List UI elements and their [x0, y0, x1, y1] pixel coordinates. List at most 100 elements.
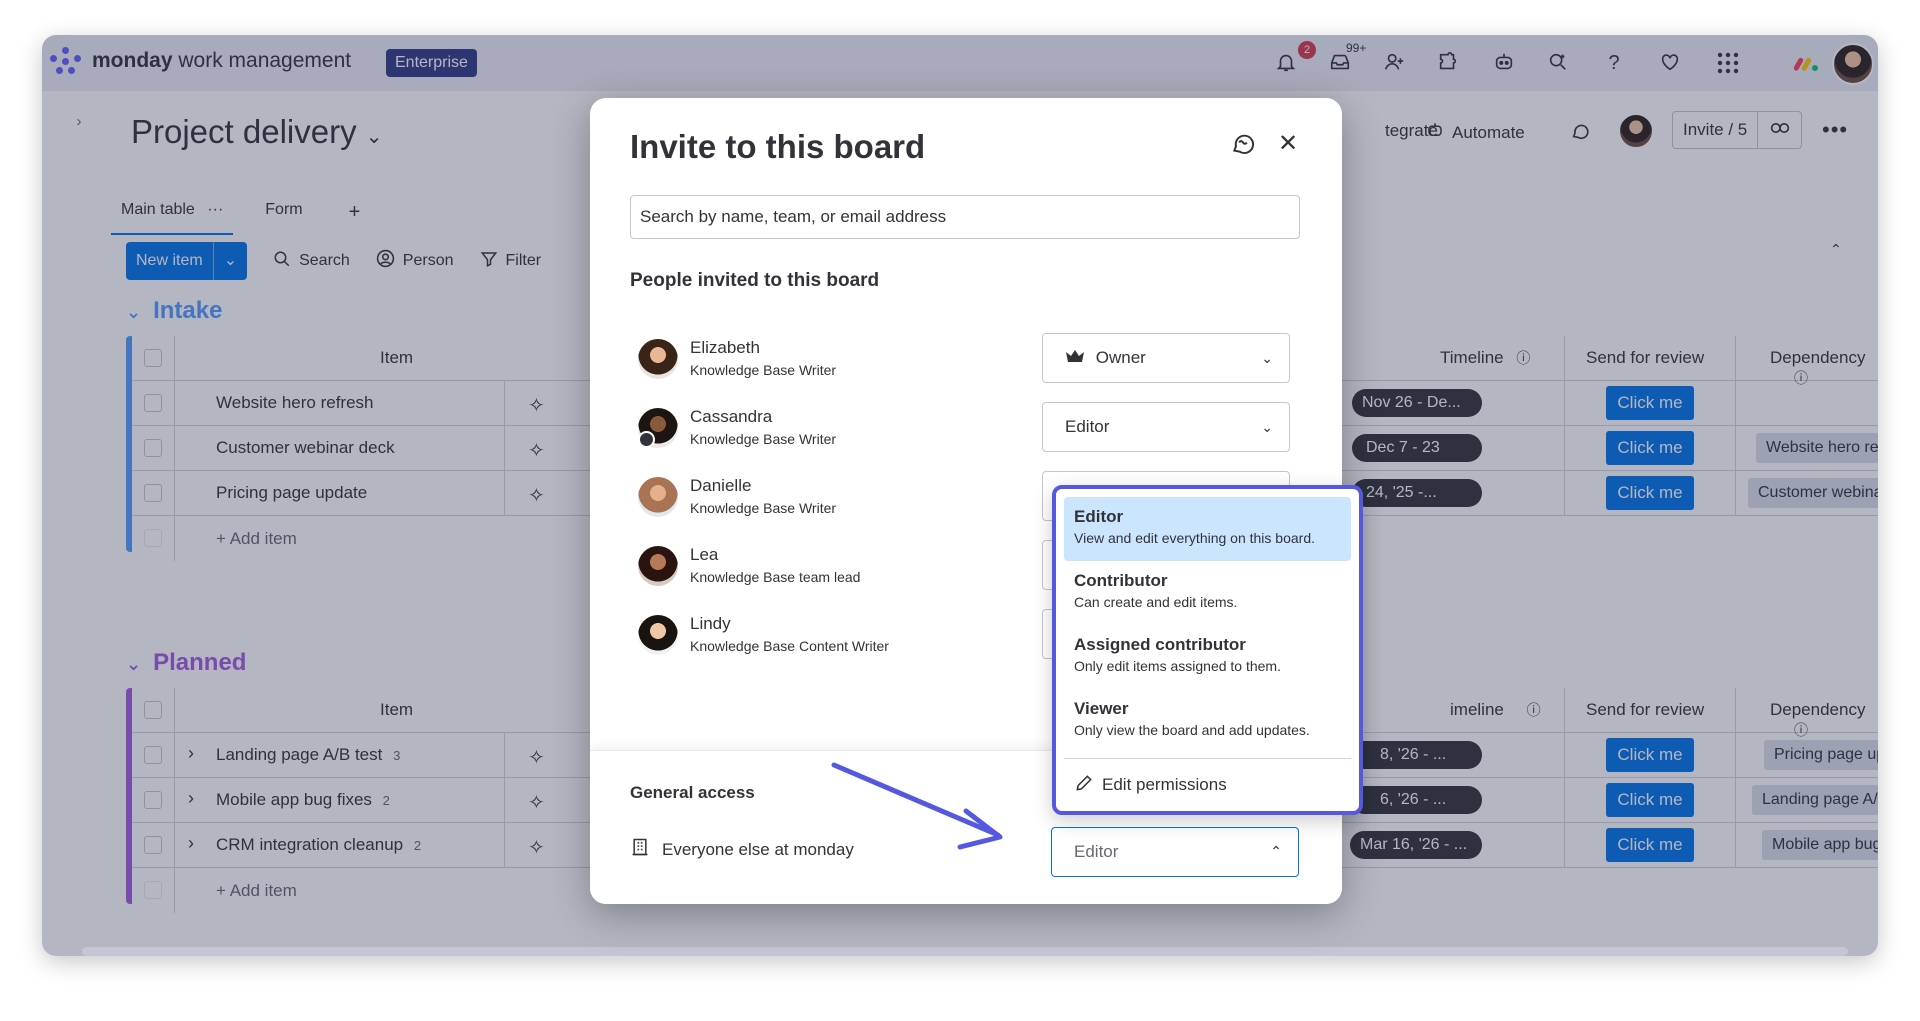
option-contributor[interactable]: Contributor Can create and edit items.	[1064, 561, 1351, 625]
monday-products-icon[interactable]	[1793, 51, 1818, 75]
tab-form[interactable]: Form	[255, 195, 312, 235]
row-checkbox[interactable]	[144, 746, 162, 764]
updates-chat-icon[interactable]	[1570, 120, 1592, 147]
edit-permissions-item[interactable]: Edit permissions	[1064, 764, 1351, 806]
timeline-pill[interactable]: 6, '26 - ...	[1350, 786, 1482, 814]
row-checkbox	[144, 529, 162, 547]
annotation-arrow-icon	[831, 762, 1003, 850]
tab-main-table[interactable]: Main table ···	[111, 195, 234, 235]
option-editor[interactable]: Editor View and edit everything on this …	[1064, 497, 1351, 561]
editor-role-select[interactable]: Editor ⌄	[1042, 402, 1290, 452]
filter-icon	[480, 250, 498, 273]
timeline-pill[interactable]: Nov 26 - De...	[1352, 389, 1482, 417]
top-bar: monday work management Enterprise 2 99+ …	[42, 35, 1878, 91]
filter-button[interactable]: Filter	[480, 250, 541, 273]
search-button[interactable]: Search	[273, 250, 350, 273]
timeline-pill[interactable]: Dec 7 - 23	[1352, 434, 1482, 462]
timeline-pill[interactable]: Mar 16, '26 - ...	[1350, 831, 1482, 859]
ai-sparkle-icon[interactable]: ✧	[528, 438, 545, 463]
item-name[interactable]: Landing page A/B test 3	[216, 745, 400, 765]
notifications-count-badge: 2	[1298, 41, 1316, 59]
select-all-checkbox[interactable]	[144, 701, 162, 719]
ai-sparkle-icon[interactable]: ✧	[528, 483, 545, 508]
row-checkbox[interactable]	[144, 394, 162, 412]
item-name[interactable]: CRM integration cleanup 2	[216, 835, 421, 855]
row-checkbox[interactable]	[144, 484, 162, 502]
favorites-heart-icon[interactable]	[1658, 51, 1682, 75]
inbox-count-badge: 99+	[1342, 39, 1371, 57]
general-access-row: Everyone else at monday	[630, 837, 854, 862]
new-item-button[interactable]: New item ⌄	[126, 242, 248, 280]
new-item-dropdown-icon[interactable]: ⌄	[212, 242, 247, 280]
timeline-pill[interactable]: 24, '25 -...	[1352, 479, 1482, 507]
timeline-pill[interactable]: 8, '26 - ...	[1350, 741, 1482, 769]
select-all-checkbox[interactable]	[144, 349, 162, 367]
apps-marketplace-icon[interactable]	[1436, 51, 1460, 75]
group-title-planned[interactable]: ⌄ Planned	[126, 649, 246, 677]
item-name[interactable]: Website hero refresh	[216, 393, 373, 413]
more-options-icon[interactable]: •••	[1822, 117, 1848, 143]
expand-sidebar-chevron-icon[interactable]: ›	[66, 109, 92, 135]
expand-subitems-chevron-icon[interactable]: ›	[188, 833, 194, 854]
send-for-review-button[interactable]: Click me	[1606, 828, 1694, 862]
ai-sparkle-icon[interactable]: ✧	[528, 835, 545, 860]
option-assigned-contributor[interactable]: Assigned contributor Only edit items ass…	[1064, 625, 1351, 689]
expand-subitems-chevron-icon[interactable]: ›	[188, 788, 194, 809]
notifications-bell-icon[interactable]	[1274, 51, 1298, 75]
invite-members-button[interactable]: Invite / 5	[1672, 111, 1802, 149]
copy-link-icon[interactable]	[1758, 112, 1801, 148]
send-for-review-button[interactable]: Click me	[1606, 738, 1694, 772]
send-for-review-button[interactable]: Click me	[1606, 476, 1694, 510]
person-role: Knowledge Base Writer	[690, 362, 837, 378]
close-icon[interactable]: ✕	[1274, 130, 1302, 158]
row-checkbox[interactable]	[144, 791, 162, 809]
invite-members-icon[interactable]	[1382, 51, 1406, 75]
modal-title: Invite to this board	[630, 128, 926, 165]
pencil-icon	[1074, 773, 1094, 798]
dependency-chip[interactable]: Customer webinar de...	[1748, 478, 1878, 508]
owner-role-select[interactable]: Owner ⌄	[1042, 333, 1290, 383]
general-access-select[interactable]: Editor ⌃	[1051, 827, 1299, 877]
row-checkbox[interactable]	[144, 836, 162, 854]
ai-sparkle-icon[interactable]: ✧	[528, 393, 545, 418]
monday-logo-icon[interactable]	[50, 47, 82, 77]
search-everything-icon[interactable]	[1546, 51, 1570, 75]
item-name[interactable]: Pricing page update	[216, 483, 367, 503]
option-viewer[interactable]: Viewer Only view the board and add updat…	[1064, 689, 1351, 753]
add-item-input[interactable]: + Add item	[216, 881, 297, 901]
invite-search-input[interactable]	[630, 195, 1300, 239]
board-owner-avatar[interactable]	[1618, 113, 1654, 149]
horizontal-scrollbar[interactable]	[82, 947, 1848, 956]
collapse-toolbar-chevron-icon[interactable]: ⌃	[1830, 241, 1842, 258]
help-icon[interactable]: ?	[1602, 51, 1626, 75]
group-title-intake[interactable]: ⌄ Intake	[126, 297, 222, 325]
dependency-chip[interactable]: Pricing page update	[1764, 740, 1878, 770]
add-view-plus-icon[interactable]: +	[339, 195, 371, 235]
expand-subitems-chevron-icon[interactable]: ›	[188, 743, 194, 764]
dependency-chip[interactable]: Landing page A/B test	[1752, 785, 1878, 815]
ai-sparkle-icon[interactable]: ✧	[528, 745, 545, 770]
send-for-review-button[interactable]: Click me	[1606, 386, 1694, 420]
column-header-item: Item	[380, 700, 414, 719]
person-icon	[376, 249, 395, 273]
send-for-review-button[interactable]: Click me	[1606, 783, 1694, 817]
dependency-chip[interactable]: Website hero refresh	[1756, 433, 1878, 463]
person-role: Knowledge Base team lead	[690, 569, 861, 585]
app-switcher-grid-icon[interactable]	[1716, 51, 1740, 75]
add-item-input[interactable]: + Add item	[216, 529, 297, 549]
row-checkbox[interactable]	[144, 439, 162, 457]
dependency-chip[interactable]: Mobile app bug fixes	[1762, 830, 1878, 860]
person-role: Knowledge Base Content Writer	[690, 638, 889, 654]
ai-sparkle-icon[interactable]: ✧	[528, 790, 545, 815]
search-icon	[273, 250, 291, 273]
person-filter-button[interactable]: Person	[376, 249, 454, 273]
ai-assistant-icon[interactable]	[1492, 51, 1516, 75]
user-avatar[interactable]	[1832, 43, 1874, 85]
send-for-review-button[interactable]: Click me	[1606, 431, 1694, 465]
item-name[interactable]: Mobile app bug fixes 2	[216, 790, 390, 810]
chevron-up-icon: ⌃	[1270, 843, 1282, 859]
feedback-icon[interactable]	[1230, 130, 1258, 158]
item-name[interactable]: Customer webinar deck	[216, 438, 395, 458]
automate-button[interactable]: Automate	[1426, 121, 1525, 144]
board-title[interactable]: Project delivery ⌄	[131, 113, 383, 151]
